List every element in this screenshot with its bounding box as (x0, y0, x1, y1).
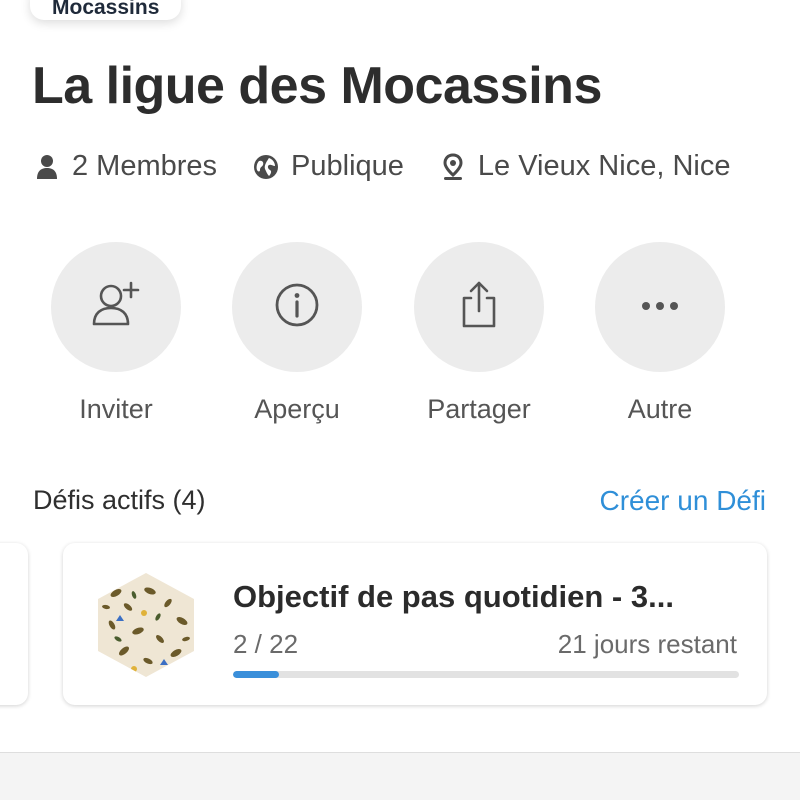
challenge-thumbnail (98, 573, 194, 677)
globe-icon (253, 154, 279, 180)
overview-action[interactable]: Aperçu (231, 242, 363, 425)
bottom-divider (0, 752, 800, 800)
person-icon (34, 154, 60, 180)
share-action[interactable]: Partager (413, 242, 545, 425)
members-info: 2 Membres (34, 150, 217, 183)
location-label: Le Vieux Nice, Nice (477, 150, 731, 182)
challenge-progress-bar (233, 671, 739, 678)
location-pin-icon (440, 152, 466, 180)
overview-button[interactable] (232, 242, 362, 372)
create-challenge-link[interactable]: Créer un Défi (599, 485, 766, 517)
previous-challenge-card[interactable] (0, 543, 28, 705)
invite-button[interactable] (51, 242, 181, 372)
more-button[interactable] (595, 242, 725, 372)
challenge-progress-count: 2 / 22 (233, 629, 299, 659)
page-title: La ligue des Mocassins (32, 57, 602, 115)
challenge-days-remaining: 21 jours restant (557, 629, 737, 659)
share-label: Partager (427, 394, 531, 424)
challenge-title: Objectif de pas quotidien - 3... (233, 579, 674, 614)
more-label: Autre (627, 394, 693, 424)
group-tag-label: Mocassins (52, 0, 160, 19)
location-info: Le Vieux Nice, Nice (440, 150, 731, 183)
invite-label: Inviter (79, 394, 153, 424)
invite-action[interactable]: Inviter (50, 242, 182, 425)
overview-label: Aperçu (254, 394, 340, 424)
challenge-card[interactable]: Objectif de pas quotidien - 3... 2 / 22 … (63, 543, 767, 705)
group-tag-chip[interactable]: Mocassins (30, 0, 182, 20)
challenge-progress-fill (233, 671, 279, 678)
share-icon (459, 280, 499, 335)
visibility-label: Publique (291, 150, 404, 182)
more-action[interactable]: Autre (594, 242, 726, 425)
active-challenges-title: Défis actifs (4) (33, 485, 206, 515)
add-person-icon (90, 280, 142, 335)
members-count: 2 Membres (72, 150, 218, 182)
visibility-info: Publique (253, 150, 404, 183)
group-page: Mocassins La ligue des Mocassins 2 Membr… (0, 0, 800, 800)
share-button[interactable] (414, 242, 544, 372)
group-meta-row: 2 Membres Publique Le Vieux Nice, Nice (34, 150, 730, 183)
more-icon (640, 298, 680, 316)
info-icon (274, 282, 320, 333)
